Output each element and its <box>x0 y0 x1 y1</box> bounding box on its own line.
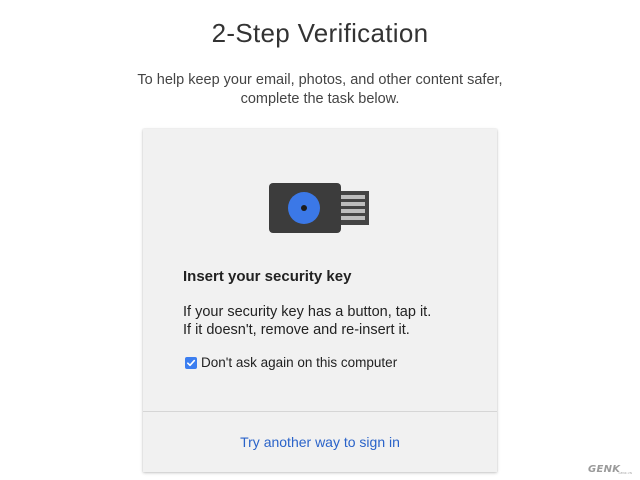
card-heading: Insert your security key <box>183 268 352 285</box>
key-contact <box>341 202 365 206</box>
security-key-icon <box>269 183 373 233</box>
subtitle-line-1: To help keep your email, photos, and oth… <box>137 72 503 88</box>
page-subtitle: To help keep your email, photos, and oth… <box>120 71 520 109</box>
verification-page: 2-Step Verification To help keep your em… <box>0 0 640 480</box>
card-divider <box>143 411 497 412</box>
key-contact <box>341 195 365 199</box>
verification-card: Insert your security key If your securit… <box>143 129 497 472</box>
instructions: If your security key has a button, tap i… <box>183 303 431 339</box>
watermark-text: GENK <box>588 464 621 475</box>
try-another-way-link[interactable]: Try another way to sign in <box>143 434 497 450</box>
subtitle-line-2: complete the task below. <box>240 91 400 107</box>
key-contact <box>341 216 365 220</box>
checkbox-label[interactable]: Don't ask again on this computer <box>201 355 397 370</box>
genk-watermark-logo: GENK GENK.VN <box>588 459 636 477</box>
remember-computer-checkbox[interactable]: Don't ask again on this computer <box>185 355 397 370</box>
key-contact <box>341 209 365 213</box>
instruction-line-2: If it doesn't, remove and re-insert it. <box>183 322 410 338</box>
instruction-line-1: If your security key has a button, tap i… <box>183 304 432 320</box>
watermark-sub: GENK.VN <box>618 471 632 475</box>
page-title: 2-Step Verification <box>211 18 429 48</box>
key-button-center <box>301 205 307 211</box>
checkbox-checked-icon[interactable] <box>185 356 197 369</box>
